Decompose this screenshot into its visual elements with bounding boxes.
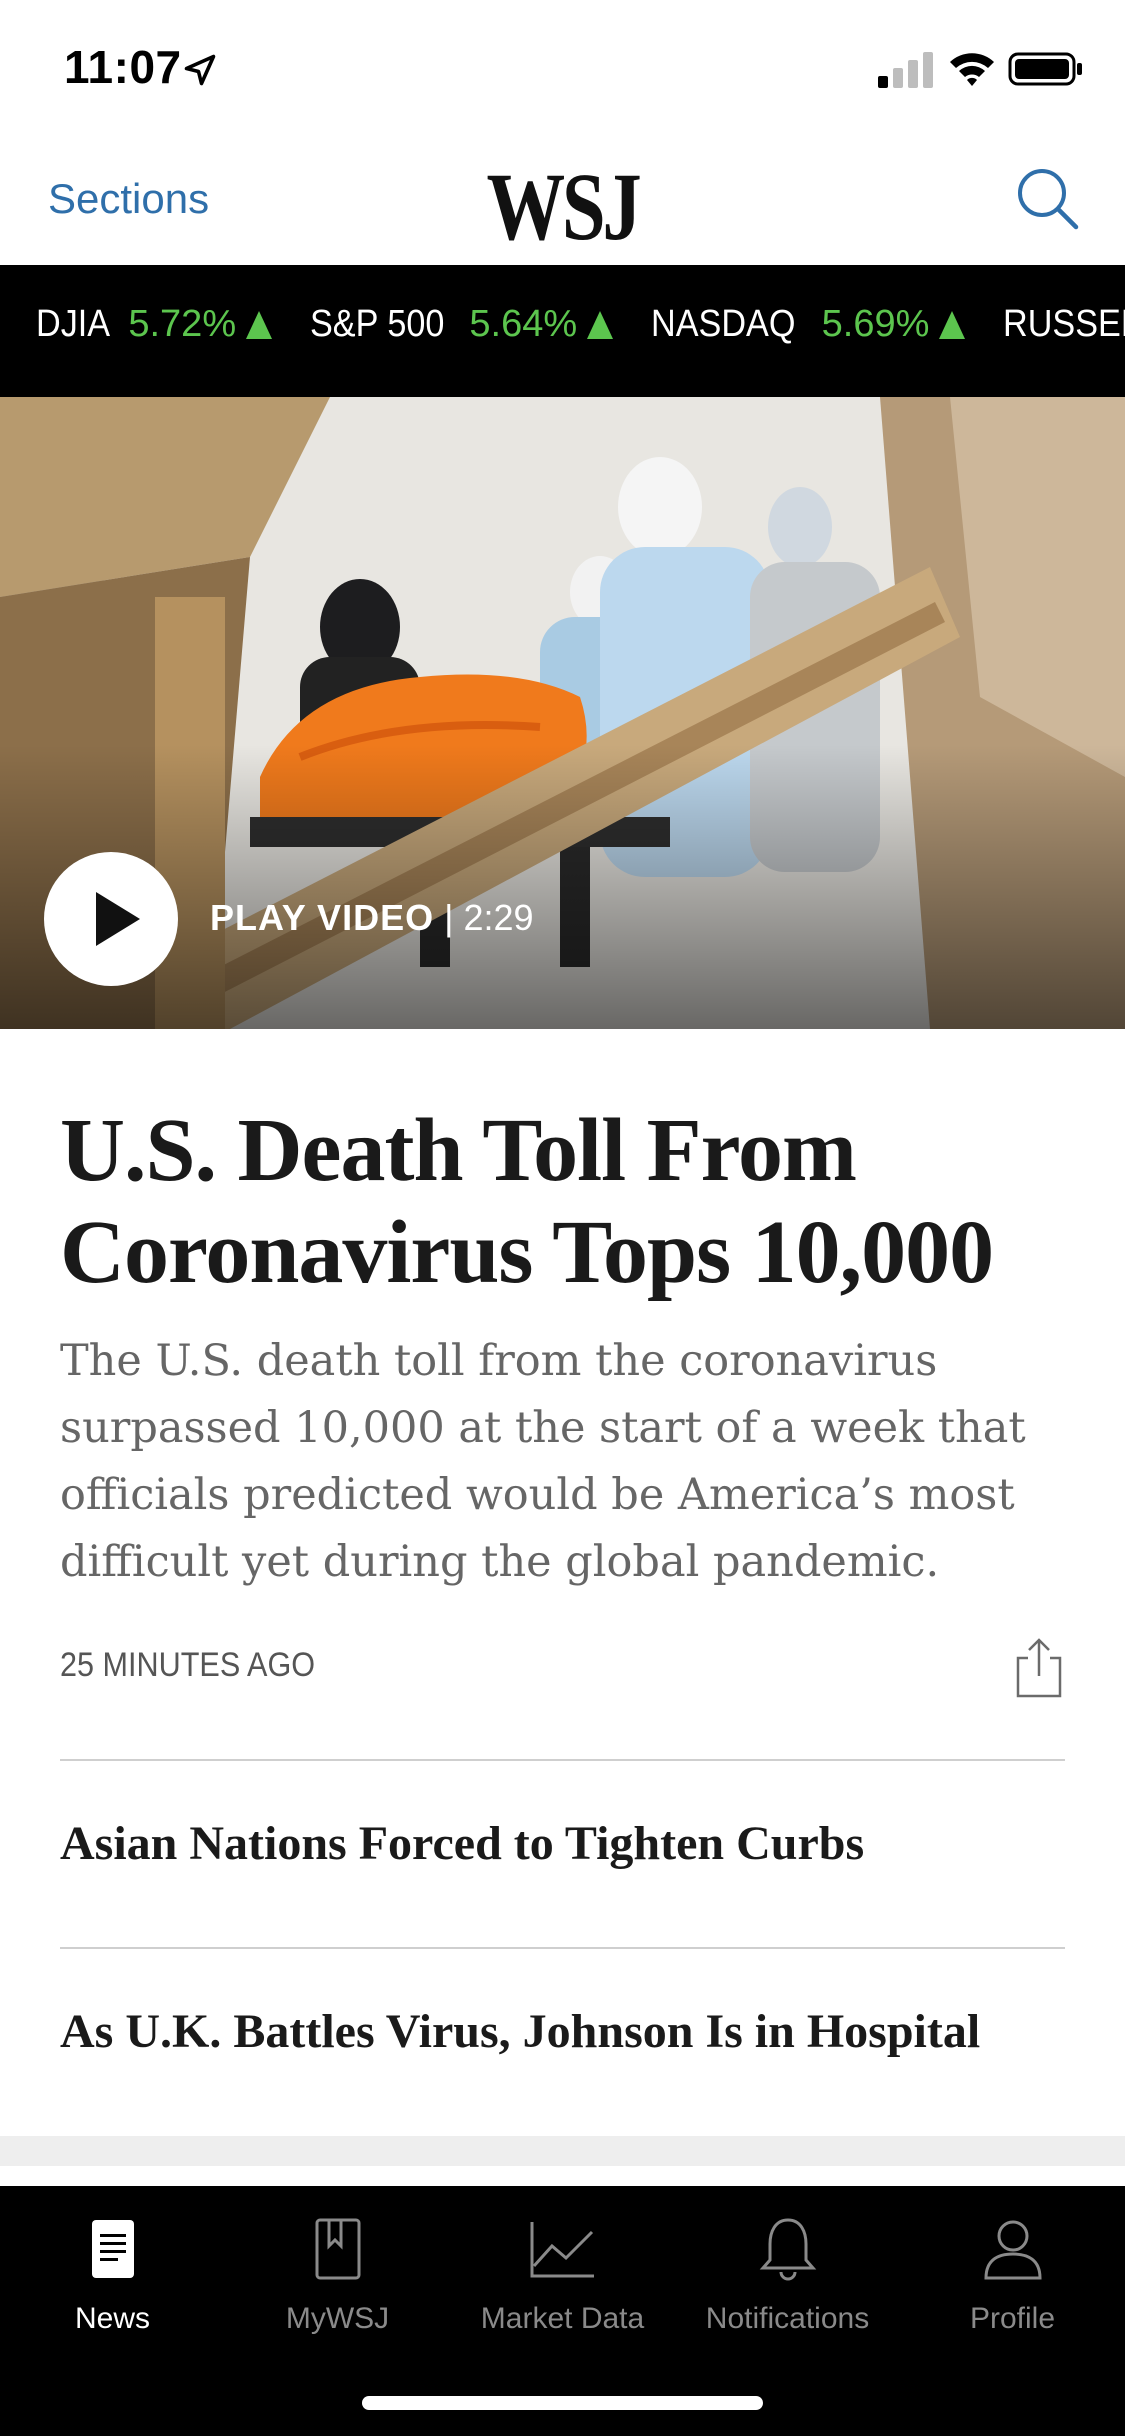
play-icon — [96, 892, 140, 946]
video-separator: | — [444, 897, 454, 938]
ticker-item-djia[interactable]: DJIA 5.72% — [36, 303, 273, 346]
tab-market-data[interactable]: Market Data — [450, 2186, 675, 2346]
person-icon — [983, 2220, 1042, 2280]
video-label: PLAY VIDEO | 2:29 — [210, 897, 534, 939]
article-headline[interactable]: U.S. Death Toll From Coronavirus Tops 10… — [60, 1100, 1070, 1304]
bell-icon — [759, 2218, 816, 2281]
up-arrow-icon — [939, 310, 966, 339]
cellular-signal-icon — [878, 52, 933, 88]
wsj-logo: WSJ — [486, 153, 641, 260]
location-arrow-icon — [184, 54, 216, 86]
divider — [60, 1947, 1065, 1949]
tab-news[interactable]: News — [0, 2186, 225, 2346]
ticker-change: 5.72% — [128, 303, 237, 345]
bookmark-icon — [315, 2218, 360, 2280]
tab-label: Notifications — [705, 2302, 870, 2335]
article-timestamp: 25 MINUTES AGO — [60, 1646, 316, 1684]
market-ticker[interactable]: DJIA 5.72% S&P 500 5.64% NASDAQ 5.69% RU… — [0, 265, 1125, 397]
ticker-name: DJIA — [36, 303, 111, 345]
video-duration: 2:29 — [463, 897, 534, 938]
ticker-change: 5.64% — [469, 303, 578, 345]
article-summary[interactable]: The U.S. death toll from the coronavirus… — [60, 1328, 1070, 1596]
up-arrow-icon — [246, 310, 273, 339]
play-button[interactable] — [44, 852, 178, 986]
battery-icon — [1008, 52, 1082, 86]
ticker-name: S&P 500 — [310, 303, 445, 345]
ticker-item-nasdaq[interactable]: NASDAQ 5.69% — [651, 303, 966, 346]
tab-profile[interactable]: Profile — [900, 2186, 1125, 2346]
tab-mywsj[interactable]: MyWSJ — [225, 2186, 450, 2346]
ticker-item-russell[interactable]: RUSSELL 2 — [1003, 303, 1125, 346]
share-icon[interactable] — [1014, 1636, 1064, 1698]
play-video-label: PLAY VIDEO — [210, 897, 435, 938]
search-icon[interactable] — [1012, 163, 1084, 235]
related-article-link[interactable]: Asian Nations Forced to Tighten Curbs — [60, 1816, 1070, 1871]
home-indicator — [362, 2396, 763, 2410]
newspaper-icon — [91, 2220, 134, 2278]
up-arrow-icon — [587, 310, 614, 339]
related-article-link[interactable]: As U.K. Battles Virus, Johnson Is in Hos… — [60, 2004, 1070, 2059]
status-bar: 11:07 — [0, 0, 1125, 135]
ticker-name: NASDAQ — [651, 303, 796, 345]
wifi-icon — [950, 53, 994, 86]
chart-icon — [530, 2222, 594, 2278]
ticker-row: DJIA 5.72% S&P 500 5.64% NASDAQ 5.69% RU… — [36, 303, 1125, 346]
divider — [60, 1759, 1065, 1761]
ticker-change: 5.69% — [821, 303, 930, 345]
ticker-name: RUSSELL 2 — [1003, 303, 1125, 345]
ticker-item-sp500[interactable]: S&P 500 5.64% — [310, 303, 614, 346]
tab-label: News — [74, 2302, 150, 2335]
tab-label: Market Data — [480, 2302, 645, 2335]
tab-notifications[interactable]: Notifications — [675, 2186, 900, 2346]
status-time: 11:07 — [64, 41, 182, 93]
tab-label: Profile — [969, 2302, 1056, 2335]
section-separator — [0, 2136, 1125, 2166]
tab-label: MyWSJ — [285, 2302, 390, 2335]
hero-video[interactable]: PLAY VIDEO | 2:29 — [0, 397, 1125, 1029]
app-header: Sections WSJ — [0, 135, 1125, 265]
